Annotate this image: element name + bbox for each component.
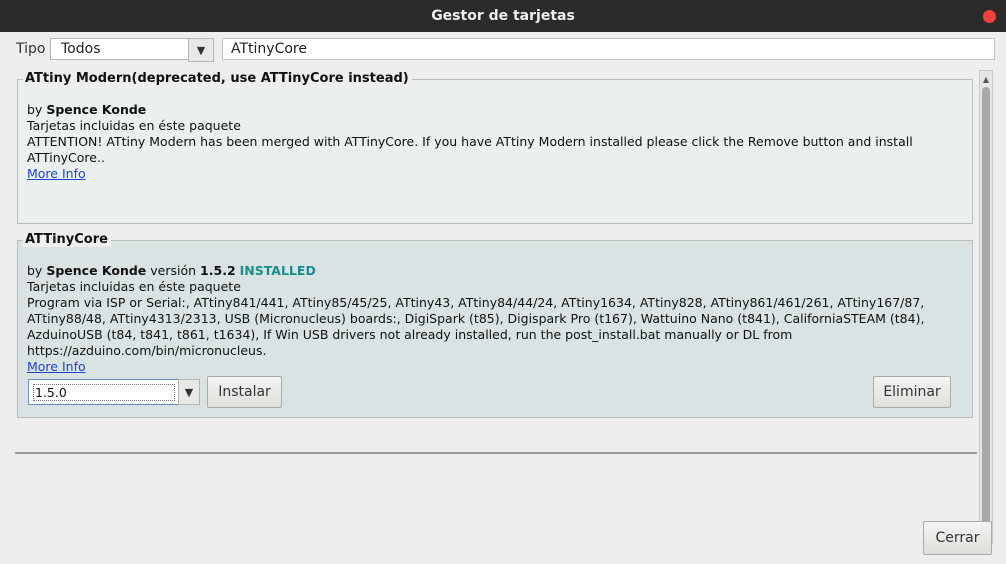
- vertical-scrollbar[interactable]: ▲ ▼: [979, 70, 993, 544]
- board-details: by Spence Konde Tarjetas incluidas en és…: [27, 102, 932, 182]
- version-select[interactable]: 1.5.0 ▼: [28, 379, 200, 405]
- board-title: ATtiny Modern(deprecated, use ATTinyCore…: [23, 71, 412, 86]
- installed-version: 1.5.2: [200, 263, 236, 278]
- by-label: by: [27, 102, 43, 117]
- board-description-line: AzduinoUSB (t84, t841, t861, t1634), If …: [27, 327, 793, 342]
- board-description-line: ATTinyCore..: [27, 150, 105, 165]
- type-select-value: Todos: [61, 41, 101, 57]
- more-info-link[interactable]: More Info: [27, 166, 86, 181]
- window-title: Gestor de tarjetas: [431, 8, 575, 24]
- install-button[interactable]: Instalar: [207, 376, 282, 408]
- included-boards-label: Tarjetas incluidas en éste paquete: [27, 118, 241, 133]
- boards-manager-dialog: Tipo Todos ▼ ATtinyCore ATtiny Modern(de…: [0, 32, 1006, 564]
- focus-ring: [33, 384, 175, 401]
- search-input[interactable]: ATtinyCore: [222, 38, 995, 60]
- list-divider: [15, 452, 977, 454]
- board-item-attinycore[interactable]: ATTinyCore by Spence Konde versión 1.5.2…: [17, 232, 973, 418]
- board-author-line: by Spence Konde: [27, 102, 932, 118]
- board-title: ATTinyCore: [23, 232, 111, 247]
- type-select[interactable]: Todos ▼: [50, 38, 214, 62]
- type-label: Tipo: [16, 41, 46, 57]
- version-word: versión: [150, 263, 197, 278]
- installed-status-badge: INSTALLED: [239, 263, 316, 278]
- board-description-line: Program via ISP or Serial:, ATtiny841/44…: [27, 295, 925, 310]
- chevron-down-icon[interactable]: ▼: [188, 38, 214, 62]
- close-dialog-button[interactable]: Cerrar: [923, 521, 992, 555]
- board-description-line: ATTENTION! ATtiny Modern has been merged…: [27, 134, 913, 149]
- author-name: Spence Konde: [46, 263, 147, 278]
- board-description-line: https://azduino.com/bin/micronucleus.: [27, 343, 267, 358]
- window-close-button[interactable]: [983, 10, 996, 23]
- remove-button[interactable]: Eliminar: [873, 376, 951, 408]
- scroll-up-arrow-icon[interactable]: ▲: [980, 73, 992, 85]
- chevron-down-icon[interactable]: ▼: [178, 379, 200, 405]
- board-author-line: by Spence Konde versión 1.5.2 INSTALLED: [27, 263, 932, 279]
- included-boards-label: Tarjetas incluidas en éste paquete: [27, 279, 241, 294]
- by-label: by: [27, 263, 43, 278]
- board-description-line: ATtiny88/48, ATtiny4313/2313, USB (Micro…: [27, 311, 925, 326]
- more-info-link[interactable]: More Info: [27, 359, 86, 374]
- search-input-value: ATtinyCore: [231, 41, 307, 57]
- board-list: ATtiny Modern(deprecated, use ATTinyCore…: [15, 70, 977, 454]
- author-name: Spence Konde: [46, 102, 147, 117]
- filter-row: Tipo Todos ▼ ATtinyCore: [16, 38, 995, 62]
- board-item-attiny-modern[interactable]: ATtiny Modern(deprecated, use ATTinyCore…: [17, 71, 973, 224]
- title-bar: Gestor de tarjetas: [0, 0, 1006, 32]
- scrollbar-thumb[interactable]: [982, 87, 990, 527]
- board-details: by Spence Konde versión 1.5.2 INSTALLED …: [27, 263, 932, 375]
